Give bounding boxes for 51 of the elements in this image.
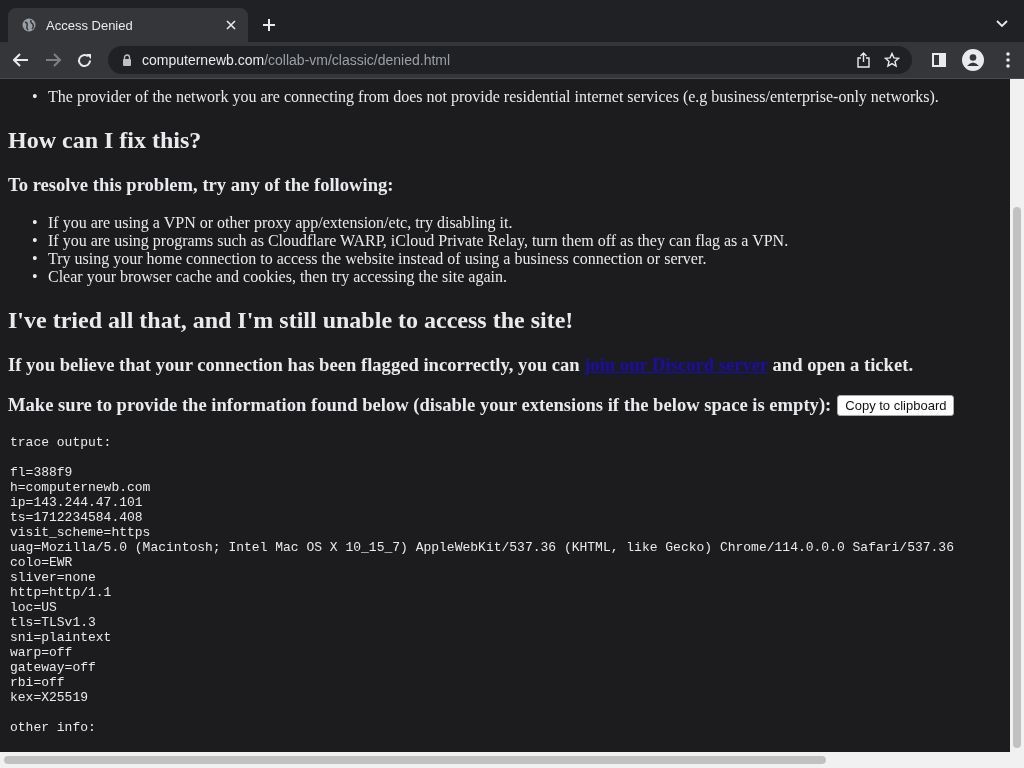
- subheading: To resolve this problem, try any of the following:: [8, 174, 395, 196]
- address-bar[interactable]: computernewb.com/collab-vm/classic/denied.html: [108, 46, 912, 74]
- instruction-text: Make sure to provide the information found below (disable your extensions if the below space is empty):: [8, 394, 832, 416]
- copy-button[interactable]: Copy to clipboard: [837, 394, 955, 416]
- forward-icon[interactable]: [45, 53, 61, 67]
- trace-line: h=computernewb.com: [10, 480, 152, 495]
- trace-line: fl=388f9: [10, 465, 74, 480]
- new-tab-icon[interactable]: [262, 18, 276, 32]
- close-icon[interactable]: [226, 20, 236, 30]
- browser-tab[interactable]: Access Denied: [8, 8, 248, 42]
- chevron-down-icon[interactable]: [996, 20, 1008, 28]
- trace-line: visit_scheme=https: [10, 525, 152, 540]
- other-info-label: other info:: [10, 720, 97, 735]
- horizontal-scrollbar[interactable]: [4, 756, 826, 764]
- contact-paragraph: If you believe that your connection has been flagged incorrectly, you can join our Discord server and open a ticket.: [8, 354, 915, 376]
- menu-icon[interactable]: [1006, 52, 1010, 68]
- trace-line: sliver=none: [10, 570, 97, 585]
- lock-icon: [122, 54, 132, 66]
- trace-line: ts=1712234584.408: [10, 510, 144, 525]
- trace-line: http=http/1.1: [10, 585, 113, 600]
- heading: I've tried all that, and I'm still unable to access the site!: [8, 306, 575, 334]
- bullet: •: [32, 268, 39, 286]
- trace-line: colo=EWR: [10, 555, 74, 570]
- bullet: •: [32, 88, 39, 106]
- trace-line: warp=off: [10, 645, 74, 660]
- trace-line: uag=Mozilla/5.0 (Macintosh; Intel Mac OS X 10_15_7) AppleWebKit/537.36 (KHTML, like Gecko) Chrome/114.0.0.0 Safari/537.36: [10, 540, 955, 555]
- list-item: If you are using a VPN or other proxy app/extension/etc, try disabling it.: [48, 214, 513, 232]
- star-icon[interactable]: [884, 52, 900, 68]
- list-item: Clear your browser cache and cookies, then try accessing the site again.: [48, 268, 507, 286]
- trace-label: trace output:: [10, 435, 113, 450]
- back-icon[interactable]: [13, 53, 29, 67]
- globe-icon: [22, 18, 36, 32]
- share-icon[interactable]: [857, 52, 870, 68]
- trace-line: loc=US: [10, 600, 58, 615]
- heading: How can I fix this?: [8, 126, 203, 154]
- list-item: The provider of the network you are connecting from does not provide residential internet services (e.g business/enterprise-only networks).: [48, 88, 939, 106]
- trace-line: kex=X25519: [10, 690, 89, 705]
- bullet: •: [32, 214, 39, 232]
- trace-line: ip=143.244.47.101: [10, 495, 144, 510]
- list-item: If you are using programs such as Cloudflare WARP, iCloud Private Relay, turn them off as they can flag as a VPN.: [48, 232, 789, 250]
- bullet: •: [32, 232, 39, 250]
- trace-line: gateway=off: [10, 660, 97, 675]
- trace-line: tls=TLSv1.3: [10, 615, 97, 630]
- bullet: •: [32, 250, 39, 268]
- profile-icon[interactable]: [962, 49, 984, 71]
- vertical-scrollbar[interactable]: [1013, 207, 1021, 748]
- trace-line: sni=plaintext: [10, 630, 113, 645]
- reload-icon[interactable]: [77, 52, 92, 68]
- side-panel-icon[interactable]: [932, 53, 946, 67]
- trace-line: rbi=off: [10, 675, 66, 690]
- list-item: Try using your home connection to access the website instead of using a business connection or server.: [48, 250, 707, 268]
